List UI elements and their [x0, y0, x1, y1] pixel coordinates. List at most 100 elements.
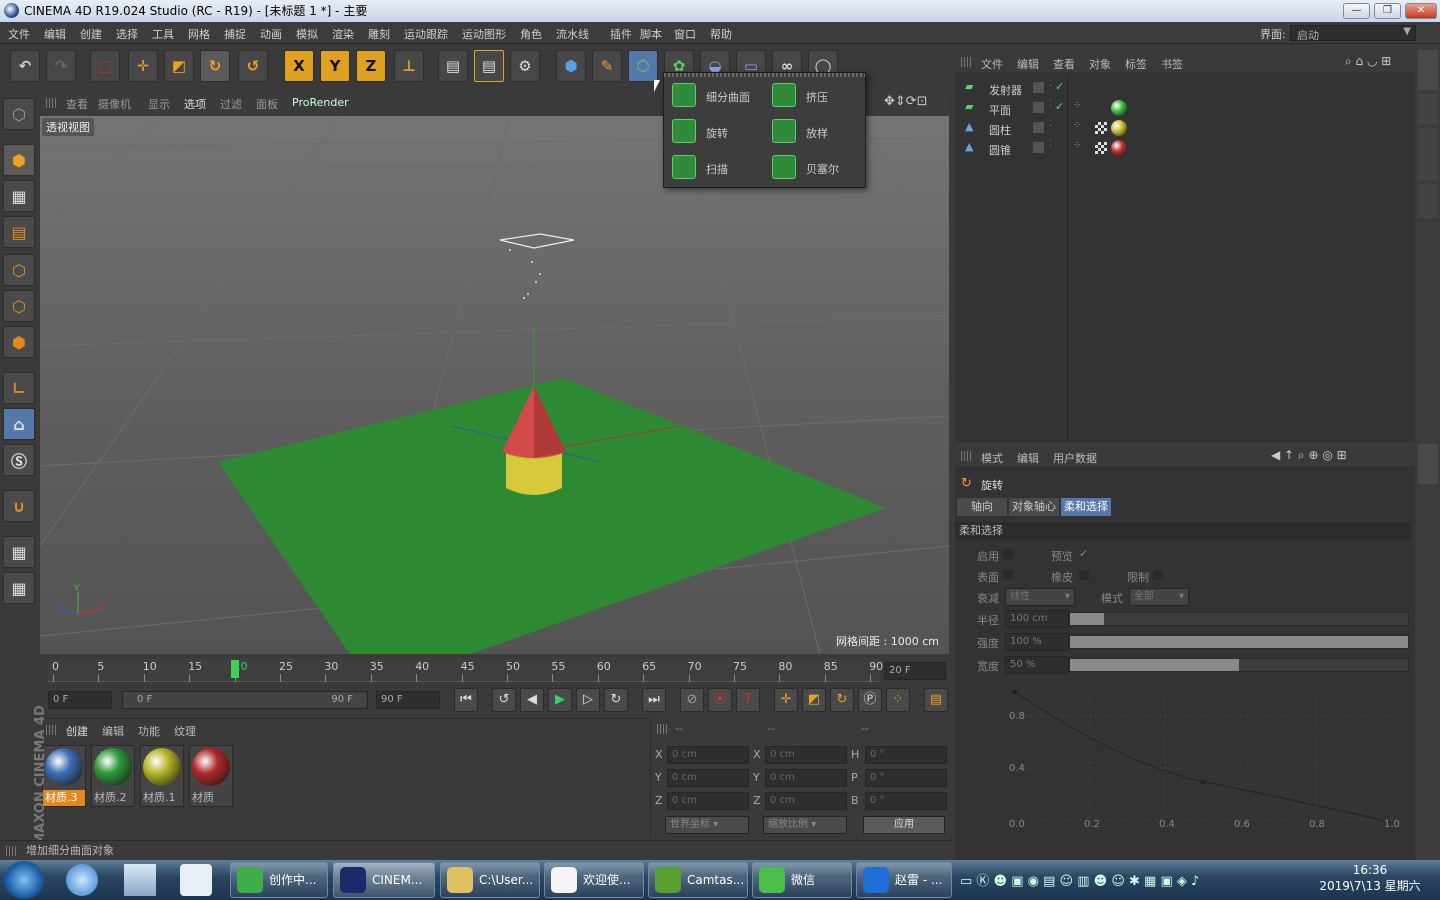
pen-icon[interactable]: ✎: [592, 50, 622, 82]
close-button[interactable]: ✕: [1405, 3, 1437, 19]
coord-position-field[interactable]: 0 cm: [667, 792, 749, 810]
tab-takes-vertical[interactable]: [1418, 94, 1438, 124]
apply-button[interactable]: 应用: [863, 816, 945, 834]
object-menu-0[interactable]: 文件: [981, 56, 1003, 72]
preview-range-slider[interactable]: 0 F 90 F: [122, 691, 368, 709]
next-frame-icon[interactable]: ▷: [576, 688, 600, 712]
render-view-icon[interactable]: ▤: [438, 50, 468, 82]
texture-mode-icon[interactable]: ▦: [3, 180, 35, 212]
palette-item-loft[interactable]: 放样: [764, 115, 864, 149]
coord-position-field[interactable]: 0 cm: [667, 769, 749, 787]
tab-content-browser-vertical[interactable]: [1418, 128, 1438, 180]
viewport-menu-1[interactable]: 摄像机: [98, 96, 131, 112]
material-swatch[interactable]: 材质.3: [42, 745, 86, 807]
tab-attributes-vertical[interactable]: [1418, 444, 1438, 484]
taskbar-item[interactable]: 创作中...: [230, 862, 328, 898]
explorer-icon[interactable]: [124, 864, 156, 896]
menu-3[interactable]: 选择: [116, 26, 138, 42]
feishu-icon[interactable]: [180, 864, 212, 896]
material-swatch[interactable]: 材质.2: [91, 745, 135, 807]
menu-9[interactable]: 渲染: [332, 26, 354, 42]
object-menu-1[interactable]: 编辑: [1017, 56, 1039, 72]
undo-icon[interactable]: ↶: [10, 50, 40, 82]
y-axis-lock-button[interactable]: Y: [320, 50, 350, 82]
prev-key-icon[interactable]: ↺: [492, 688, 516, 712]
viewport-menu-2[interactable]: 显示: [148, 96, 170, 112]
live-select-icon[interactable]: ⬚: [90, 50, 120, 82]
object-row[interactable]: ▲ 圆柱 ⁚ ⁘: [955, 118, 1415, 138]
play-icon[interactable]: ▶: [548, 688, 572, 712]
object-menu-5[interactable]: 书签: [1161, 56, 1183, 72]
menu-15[interactable]: 插件: [610, 26, 632, 42]
menu-2[interactable]: 创建: [80, 26, 102, 42]
record-icon[interactable]: ⦿: [708, 688, 732, 712]
object-row[interactable]: ▲ 圆锥 ⁚ ⁘: [955, 138, 1415, 158]
attr-menu-0[interactable]: 模式: [981, 450, 1003, 466]
width-slider[interactable]: [1069, 658, 1409, 672]
object-row[interactable]: ▰ 发射器 ⁚ ✓: [955, 78, 1415, 98]
solo-mode-icon[interactable]: Ⓢ: [3, 444, 35, 476]
phong-tag-icon[interactable]: ⁘: [1073, 100, 1081, 111]
taskbar-item[interactable]: C:\User...: [440, 862, 540, 898]
coordinate-system-icon[interactable]: ⊥: [394, 50, 424, 82]
menu-16[interactable]: 脚本: [640, 26, 662, 42]
falloff-dropdown[interactable]: 线性 ▾: [1005, 588, 1075, 606]
taskbar-item[interactable]: Camtas...: [648, 862, 748, 898]
menu-13[interactable]: 角色: [520, 26, 542, 42]
radius-slider[interactable]: [1069, 612, 1409, 626]
phong-tag-icon[interactable]: ⁘: [1073, 140, 1081, 151]
layer-swatch[interactable]: [1033, 122, 1044, 133]
coord-size-field[interactable]: 0 cm: [765, 769, 847, 787]
scale-icon[interactable]: ◩: [164, 50, 194, 82]
menu-12[interactable]: 运动图形: [462, 26, 506, 42]
tray-icons[interactable]: ▭ Ⓚ ☻ ▣ ◉ ▤ ☺ ▥ ☻ ☺ ✱ ▦ ▣ ◈ ♪: [960, 870, 1290, 890]
cube-icon[interactable]: ⬢: [556, 50, 586, 82]
start-frame-field[interactable]: 0 F: [48, 691, 112, 709]
current-frame-field[interactable]: 20 F: [884, 662, 946, 680]
tab-structure-vertical[interactable]: [1418, 184, 1438, 218]
menu-17[interactable]: 窗口: [674, 26, 696, 42]
scale-dropdown[interactable]: 缩放比例 ▾: [763, 816, 847, 834]
layout-dropdown[interactable]: 启动 ▼: [1290, 25, 1416, 42]
goto-end-icon[interactable]: ⏭: [642, 688, 666, 712]
palette-item-subdivision[interactable]: 细分曲面: [664, 79, 764, 113]
attr-menu-1[interactable]: 编辑: [1017, 450, 1039, 466]
model-mode-icon[interactable]: ⬢: [3, 144, 35, 176]
end-frame-field[interactable]: 90 F: [376, 691, 440, 709]
tab-object-axis[interactable]: 对象轴心: [1009, 498, 1059, 516]
tab-soft-selection[interactable]: 柔和选择: [1061, 498, 1111, 516]
next-key-icon[interactable]: ↻: [604, 688, 628, 712]
search-home-icons[interactable]: ⌕ ⌂ ◡ ⊞: [1345, 54, 1391, 69]
ie-icon[interactable]: [66, 864, 98, 896]
coord-rotation-field[interactable]: 0 °: [865, 746, 947, 764]
menu-5[interactable]: 网格: [188, 26, 210, 42]
menu-1[interactable]: 编辑: [44, 26, 66, 42]
limit-checkbox[interactable]: [1153, 570, 1163, 580]
key-pla-icon[interactable]: ⁘: [886, 688, 910, 712]
viewport-navigation-icons[interactable]: ✥⇕⟳⊡: [884, 94, 928, 109]
rotate-icon[interactable]: ↻: [200, 50, 230, 82]
menu-0[interactable]: 文件: [8, 26, 30, 42]
key-param-icon[interactable]: Ⓟ: [858, 688, 882, 712]
layer-swatch[interactable]: [1033, 82, 1044, 93]
workplane-lock-icon[interactable]: ▦: [3, 536, 35, 568]
palette-item-bezier[interactable]: 贝塞尔: [764, 151, 864, 185]
layer-swatch[interactable]: [1033, 142, 1044, 153]
timeline-ruler[interactable]: 0 5 10 15 20 25 30 35 40 45 50 55 60 65 70 75 80 85 90 20 …: [40, 656, 949, 684]
menu-6[interactable]: 捕捉: [224, 26, 246, 42]
subdivision-surface-icon[interactable]: ⬡: [628, 50, 658, 82]
material-swatch[interactable]: 材质.1: [140, 745, 184, 807]
layer-swatch[interactable]: [1033, 102, 1044, 113]
taskbar-item[interactable]: 赵雷 - ...: [856, 862, 952, 898]
enabled-check-icon[interactable]: ✓: [1055, 100, 1064, 113]
timeline-icon[interactable]: ▤: [924, 688, 948, 712]
viewport-menu-4[interactable]: 过滤: [220, 96, 242, 112]
record-disabled-icon[interactable]: ⊘: [680, 688, 704, 712]
object-menu-2[interactable]: 查看: [1053, 56, 1075, 72]
texture-tag-icon[interactable]: [1095, 122, 1107, 134]
plane-object[interactable]: [218, 378, 886, 654]
attr-nav-icons[interactable]: ◀ ↑ ⌕ ⊕ ◎ ⊞: [1271, 448, 1347, 463]
key-scale-icon[interactable]: ◩: [802, 688, 826, 712]
radius-field[interactable]: 100 cm: [1005, 610, 1069, 628]
menu-11[interactable]: 运动跟踪: [404, 26, 448, 42]
